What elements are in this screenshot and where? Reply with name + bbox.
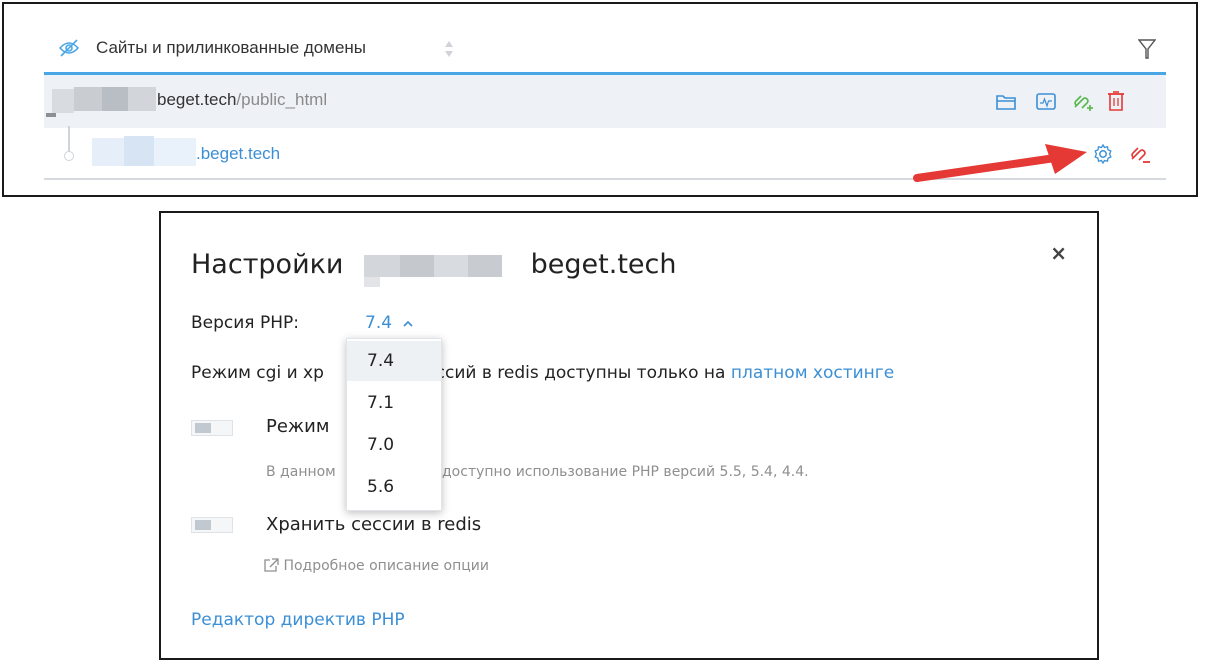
cgi-mode-hint-right: доступно использование PHP версий 5.5, 5… [442, 464, 809, 480]
filter-icon[interactable] [1138, 38, 1156, 60]
cgi-mode-label: Режим [266, 416, 330, 437]
monitor-icon[interactable] [1034, 90, 1058, 114]
redacted-block [352, 253, 522, 287]
trash-icon[interactable] [1104, 89, 1128, 113]
cgi-mode-toggle[interactable] [191, 420, 233, 436]
php-option-7-1[interactable]: 7.1 [347, 383, 441, 423]
tree-connector [68, 126, 70, 152]
link-add-icon[interactable] [1070, 90, 1094, 114]
paid-hosting-link[interactable]: платном хостинге [731, 363, 894, 383]
toggle-knob [195, 423, 211, 433]
option-details-link[interactable]: Подробное описание опции [264, 558, 489, 574]
site-row-main[interactable]: beget.tech/public_html [44, 75, 1166, 128]
link-remove-icon[interactable] [1127, 142, 1151, 166]
eye-slash-icon[interactable] [58, 38, 80, 58]
redacted-block [46, 113, 56, 117]
redis-sessions-toggle[interactable] [191, 517, 233, 533]
php-version-label: Версия PHP: [191, 313, 299, 333]
php-version-dropdown: 7.4 7.1 7.0 5.6 [346, 338, 442, 511]
cgi-redis-notice: Режим cgi и хр сессий в redis доступны то… [191, 363, 895, 383]
redacted-block [124, 136, 154, 166]
redacted-block [128, 87, 156, 111]
tree-node [64, 151, 74, 161]
linked-domain[interactable]: .beget.tech [196, 144, 280, 164]
redacted-block [92, 138, 124, 166]
redacted-block [102, 87, 128, 111]
close-button[interactable]: × [1050, 241, 1067, 265]
php-settings-modal: Настройки beget.tech × Версия PHP: 7.4 Р… [159, 211, 1099, 660]
redis-sessions-label: Хранить сессии в redis [266, 514, 482, 535]
external-link-icon [264, 558, 279, 572]
php-option-7-4[interactable]: 7.4 [347, 341, 441, 381]
modal-title: Настройки beget.tech [191, 249, 677, 287]
sites-table-header: Сайты и прилинкованные домены [44, 28, 1166, 75]
site-domain[interactable]: beget.tech/public_html [157, 90, 327, 110]
toggle-knob [195, 520, 211, 530]
cgi-mode-hint-left: В данном [266, 464, 336, 480]
folder-icon[interactable] [994, 90, 1018, 114]
redacted-block [74, 87, 102, 111]
sites-table-title: Сайты и прилинкованные домены [96, 38, 366, 57]
chevron-up-icon [403, 320, 414, 327]
php-version-select[interactable]: 7.4 [365, 313, 414, 333]
sort-icon[interactable] [444, 40, 454, 58]
php-option-7-0[interactable]: 7.0 [347, 425, 441, 465]
redacted-block [154, 138, 196, 166]
php-option-5-6[interactable]: 5.6 [347, 467, 441, 507]
redacted-block [52, 89, 74, 113]
red-arrow-annotation [913, 144, 1087, 182]
php-directives-editor-link[interactable]: Редактор директив PHP [191, 610, 405, 630]
